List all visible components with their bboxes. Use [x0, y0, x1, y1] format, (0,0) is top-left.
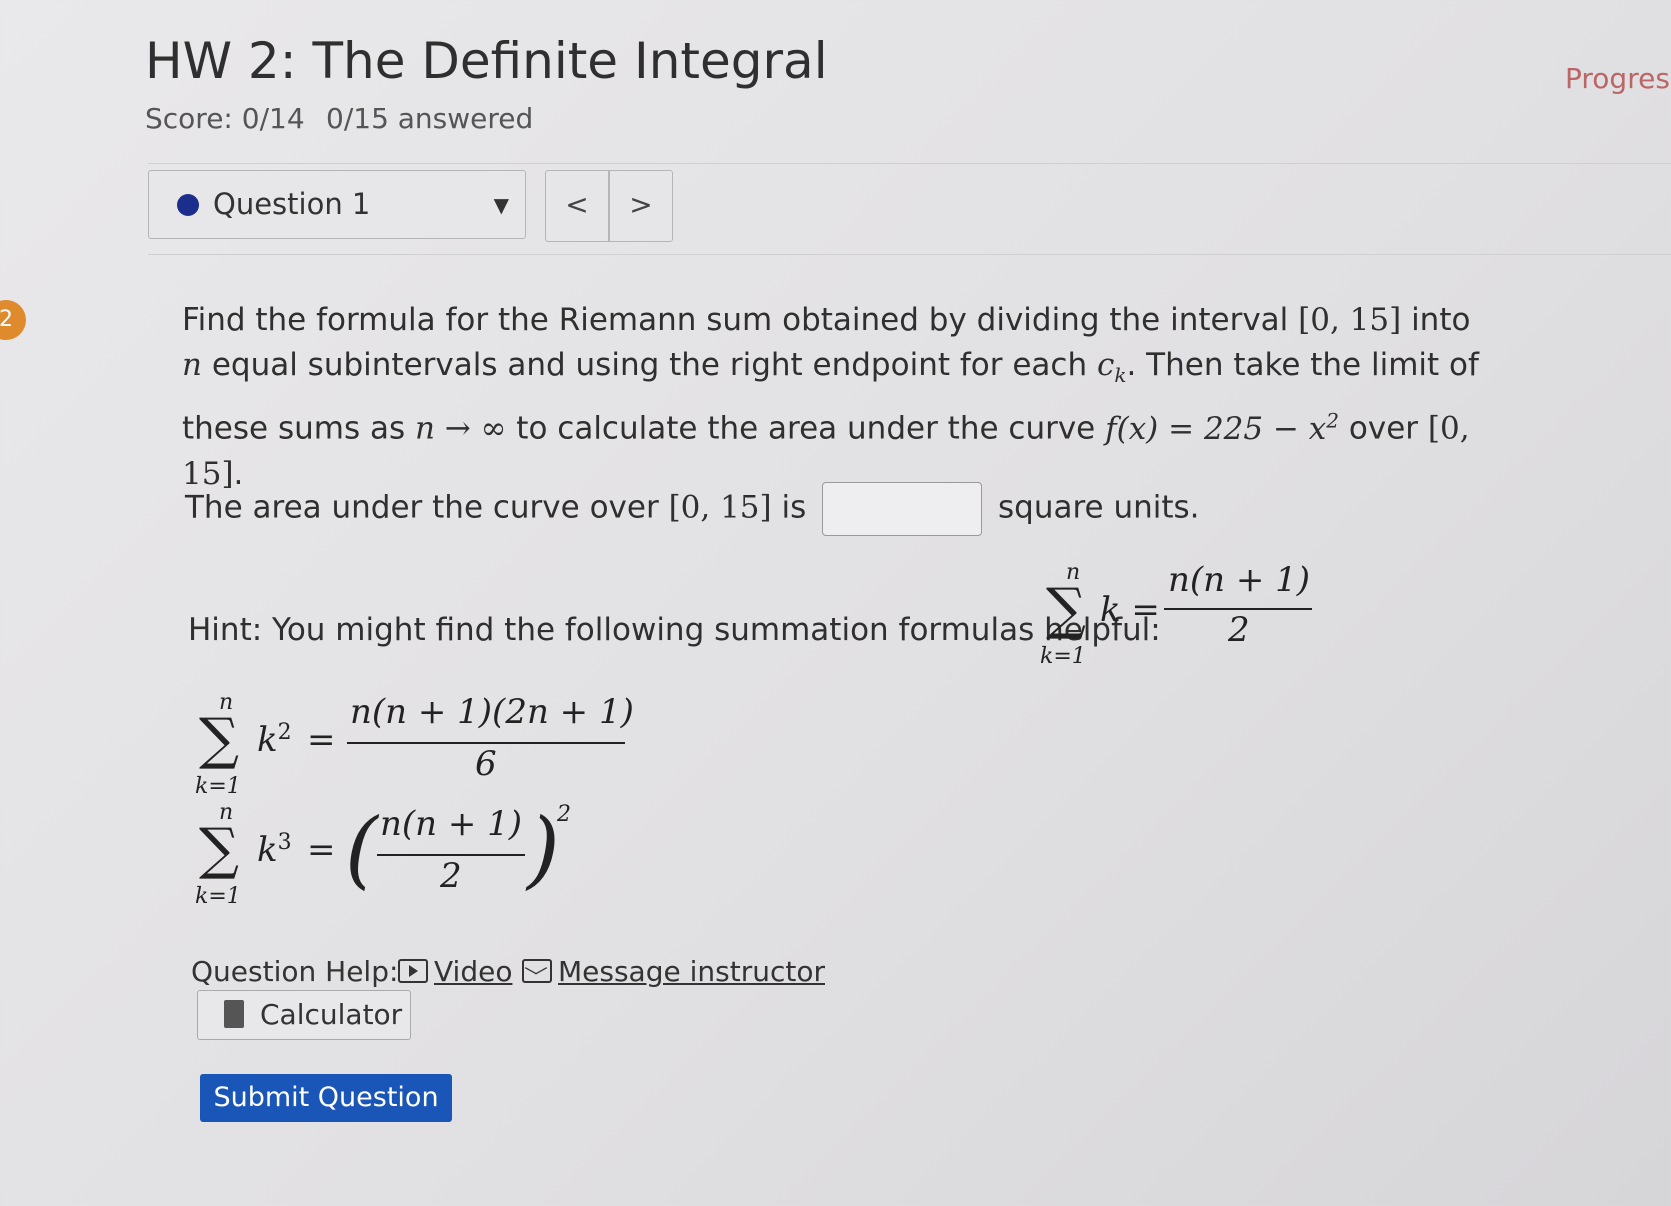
interval: [0, 15] [1298, 302, 1402, 338]
page-title: HW 2: The Definite Integral [145, 32, 828, 90]
formula3-right-paren: ) [527, 800, 560, 898]
ck-variable: ck [1096, 347, 1127, 387]
sigma-lower: k=1 [1040, 644, 1086, 669]
question-number-badge: 2 [0, 300, 26, 340]
prompt-text-5: to calculate the area under the curve [506, 410, 1106, 447]
formula1-numerator: n(n + 1) [1168, 560, 1311, 600]
formula3-base: k [257, 830, 278, 870]
sigma-icon: ∑ [1046, 577, 1086, 642]
formula3-left-paren: ( [345, 800, 378, 898]
answered-count: 0/15 answered [326, 102, 534, 135]
submit-question-button[interactable]: Submit Question [200, 1074, 452, 1122]
limit-expression: n → ∞ [414, 410, 507, 447]
question-select-label: Question 1 [213, 187, 371, 221]
area-text-post: square units. [997, 489, 1200, 526]
next-question-button[interactable]: > [609, 170, 673, 242]
divider-bottom [148, 254, 1671, 255]
calculator-label: Calculator [260, 998, 403, 1031]
formula1-denominator: 2 [1228, 610, 1250, 650]
ck-base: c [1096, 347, 1115, 383]
formula3-denominator: 2 [440, 856, 462, 896]
prompt-text-2: into [1401, 302, 1471, 338]
ck-subscript: k [1114, 363, 1127, 388]
caret-down-icon: ▼ [493, 193, 509, 217]
previous-question-button[interactable]: < [545, 170, 609, 242]
area-text-mid: is [771, 489, 807, 526]
play-icon [398, 959, 428, 983]
function-exponent: 2 [1326, 408, 1340, 433]
answer-line: The area under the curve over [0, 15] is… [185, 482, 1200, 536]
formula3-equals: = [307, 830, 336, 870]
question-help-label: Question Help: [191, 955, 399, 988]
divider-top [148, 163, 1671, 164]
formula3-term: k3 [257, 830, 292, 870]
question-status-dot-icon [177, 194, 199, 216]
score-text: Score: 0/14 [145, 102, 305, 135]
formula-sum-k: n ∑ k=1 k = n(n + 1) 2 [1040, 560, 1340, 680]
progress-link[interactable]: Progress [1565, 62, 1671, 95]
sigma-icon: ∑ [199, 707, 239, 772]
question-prompt: Find the formula for the Riemann sum obt… [182, 298, 1482, 497]
prompt-text-1: Find the formula for the Riemann sum obt… [182, 302, 1299, 338]
question-select[interactable]: Question 1 ▼ [148, 170, 526, 239]
prompt-text-3: equal subintervals and using the right e… [201, 347, 1097, 383]
envelope-icon [522, 959, 552, 983]
formula3-exponent: 3 [277, 830, 292, 855]
calculator-icon [224, 1000, 244, 1028]
message-link-label: Message instructor [558, 955, 825, 988]
interval-3: [0, 15] [668, 489, 772, 526]
video-link[interactable]: Video [398, 955, 512, 988]
calculator-button[interactable]: Calculator [197, 990, 411, 1040]
sigma-lower: k=1 [195, 884, 241, 909]
formula3-numerator: n(n + 1) [380, 804, 523, 844]
formula1-term: k = [1100, 590, 1160, 630]
formula-sum-k2: n ∑ k=1 k2 = n(n + 1)(2n + 1) 6 [195, 690, 645, 810]
formula2-base: k [257, 720, 278, 760]
formula2-term: k2 [257, 720, 292, 760]
function-body: f(x) = 225 − x [1105, 410, 1327, 447]
sigma-icon: ∑ [199, 817, 239, 882]
function-expression: f(x) = 225 − x2 [1105, 408, 1340, 447]
formula2-numerator: n(n + 1)(2n + 1) [350, 692, 634, 732]
area-text-pre: The area under the curve over [185, 489, 669, 526]
formula-sum-k3: n ∑ k=1 k3 = ( n(n + 1) 2 ) 2 [195, 800, 595, 920]
prompt-text-6: over [1339, 410, 1428, 447]
answer-input[interactable] [822, 482, 983, 536]
hint-text: Hint: You might find the following summa… [188, 612, 1161, 648]
sigma-lower: k=1 [195, 774, 241, 799]
formula2-equals: = [307, 720, 336, 760]
n-variable: n [182, 347, 202, 383]
formula3-outer-exponent: 2 [557, 802, 571, 827]
video-link-label: Video [434, 955, 513, 988]
formula2-denominator: 6 [475, 744, 497, 784]
formula2-exponent: 2 [277, 720, 292, 745]
message-instructor-link[interactable]: Message instructor [522, 955, 825, 988]
